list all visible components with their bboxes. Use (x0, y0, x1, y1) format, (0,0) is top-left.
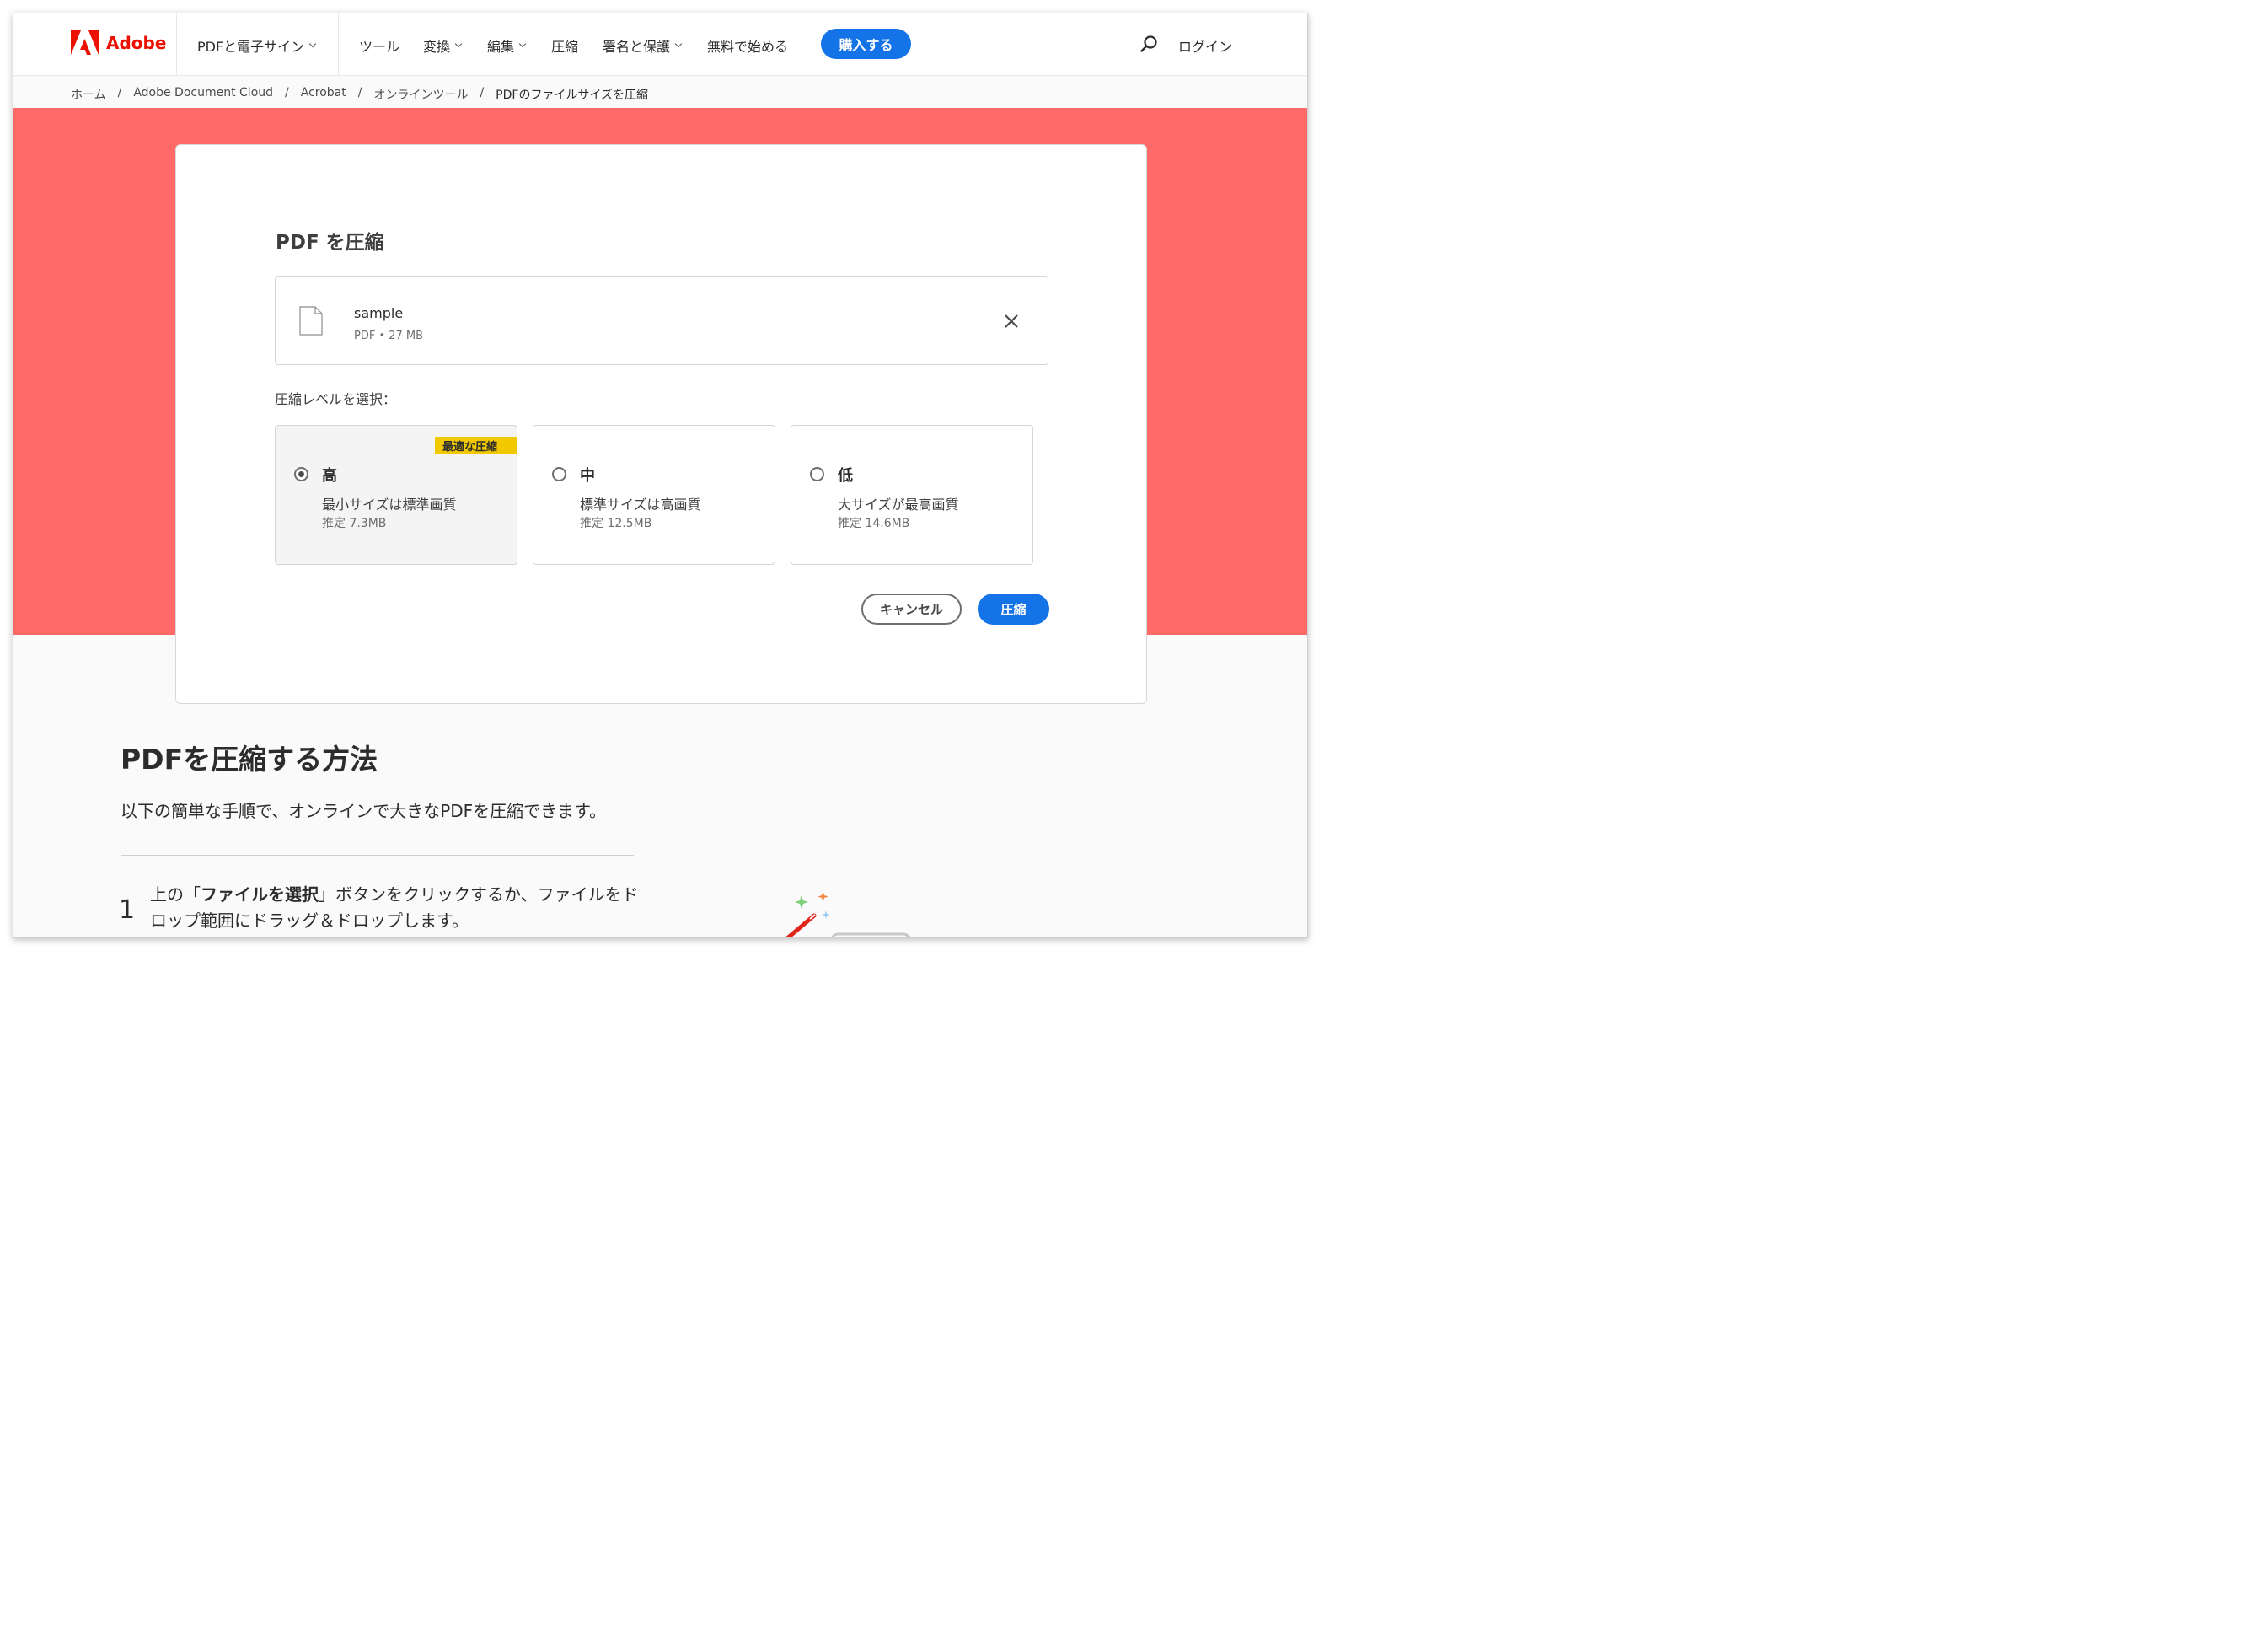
breadcrumb-separator: / (117, 86, 122, 99)
nav-start-free-label: 無料で始める (707, 39, 789, 55)
breadcrumb: ホーム / Adobe Document Cloud / Acrobat / オ… (71, 86, 648, 103)
buy-button[interactable]: 購入する (821, 29, 911, 59)
login-link[interactable]: ログイン (1178, 35, 1232, 56)
compression-option-low[interactable]: 低 大サイズが最高画質 推定 14.6MB (791, 425, 1033, 565)
option-title: 中 (580, 467, 595, 485)
nav-compress-label: 圧縮 (551, 39, 579, 55)
nav-sign-protect[interactable]: 署名と保護 (603, 35, 683, 56)
chevron-down-icon (454, 40, 463, 48)
file-name: sample (354, 305, 404, 321)
breadcrumb-separator: / (357, 86, 362, 99)
file-meta: PDF • 27 MB (354, 330, 424, 342)
option-estimate: 推定 14.6MB (838, 517, 910, 530)
nav-tools[interactable]: ツール (359, 35, 399, 56)
adobe-logo[interactable]: Adobe (71, 30, 166, 55)
option-description: 大サイズが最高画質 (838, 497, 959, 513)
nav-edit-label: 編集 (487, 39, 515, 55)
step-text-prefix: 上の「 (150, 884, 201, 905)
nav-sign-protect-label: 署名と保護 (603, 39, 671, 55)
option-estimate: 推定 12.5MB (580, 517, 652, 530)
breadcrumb-document-cloud[interactable]: Adobe Document Cloud (133, 86, 273, 103)
radio-low[interactable] (810, 467, 824, 481)
nav-pdf-esign-label: PDFと電子サイン (197, 39, 305, 55)
nav-compress[interactable]: 圧縮 (551, 35, 578, 56)
breadcrumb-current: PDFのファイルサイズを圧縮 (496, 89, 649, 102)
how-to-title: PDFを圧縮する方法 (121, 743, 378, 776)
magic-wand-illustration (785, 891, 912, 937)
step-number: 1 (119, 895, 136, 925)
card-title: PDF を圧縮 (276, 232, 384, 254)
search-icon[interactable] (1139, 35, 1158, 53)
nav-pdf-esign[interactable]: PDFと電子サイン (197, 35, 317, 56)
divider (121, 855, 634, 856)
chevron-down-icon (308, 40, 317, 48)
option-description: 最小サイズは標準画質 (322, 497, 457, 513)
cancel-button[interactable]: キャンセル (861, 594, 962, 625)
best-compression-badge: 最適な圧縮 (434, 437, 517, 454)
option-description: 標準サイズは高画質 (580, 497, 701, 513)
step-text-bold: ファイルを選択 (201, 884, 319, 905)
brand-name: Adobe (106, 32, 167, 53)
remove-file-button[interactable] (1002, 312, 1021, 330)
breadcrumb-separator: / (285, 86, 289, 99)
nav-edit[interactable]: 編集 (487, 35, 527, 56)
chevron-down-icon (674, 40, 683, 48)
breadcrumb-separator: / (480, 86, 485, 99)
browser-window: Adobe PDFと電子サイン ツール 変換 編集 圧縮 署名と保護 無料で始め… (13, 13, 1308, 938)
option-title: 低 (838, 467, 853, 485)
step-text: 上の「ファイルを選択」ボタンをクリックするか、ファイルをドロップ範囲にドラッグ＆… (150, 882, 639, 934)
nav-convert-label: 変換 (423, 39, 451, 55)
how-to-subtitle: 以下の簡単な手順で、オンラインで大きなPDFを圧縮できます。 (121, 801, 607, 821)
selected-file: sample PDF • 27 MB (275, 276, 1048, 365)
nav-convert[interactable]: 変換 (423, 35, 463, 56)
top-navigation: Adobe PDFと電子サイン ツール 変換 編集 圧縮 署名と保護 無料で始め… (13, 13, 1307, 76)
nav-divider (338, 13, 339, 76)
breadcrumb-online-tools[interactable]: オンラインツール (373, 86, 468, 103)
radio-medium[interactable] (552, 467, 566, 481)
compression-level-label: 圧縮レベルを選択： (275, 391, 397, 407)
compression-option-high[interactable]: 最適な圧縮 高 最小サイズは標準画質 推定 7.3MB (275, 425, 517, 565)
option-title: 高 (322, 467, 337, 485)
document-icon (299, 306, 323, 336)
radio-high[interactable] (294, 467, 308, 481)
nav-divider (176, 13, 177, 76)
nav-tools-label: ツール (359, 39, 400, 55)
nav-start-free[interactable]: 無料で始める (707, 35, 788, 56)
adobe-logo-icon (71, 30, 99, 55)
compression-option-medium[interactable]: 中 標準サイズは高画質 推定 12.5MB (533, 425, 775, 565)
close-icon (1005, 314, 1018, 328)
compress-button[interactable]: 圧縮 (978, 594, 1049, 625)
option-estimate: 推定 7.3MB (322, 517, 387, 530)
breadcrumb-acrobat[interactable]: Acrobat (301, 86, 346, 103)
chevron-down-icon (518, 40, 527, 48)
breadcrumb-home[interactable]: ホーム (71, 86, 106, 103)
compress-card: PDF を圧縮 sample PDF • 27 MB 圧縮レベルを選択： 最適な… (175, 144, 1147, 704)
